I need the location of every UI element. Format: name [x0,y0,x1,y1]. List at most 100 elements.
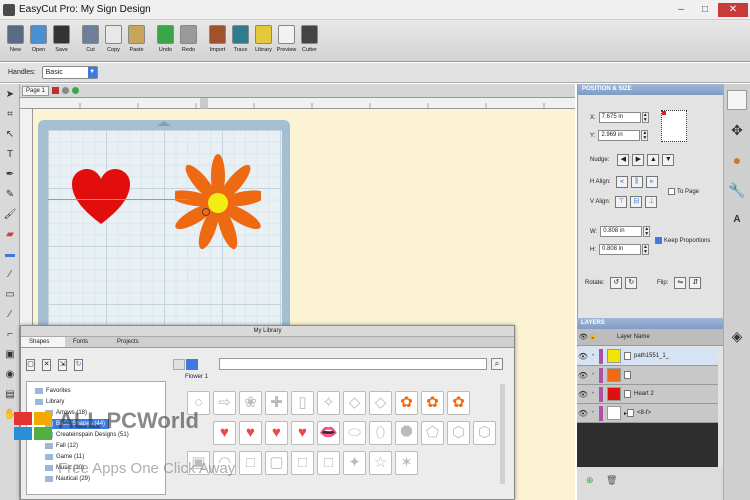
library-button[interactable]: Library [252,20,275,62]
star-6-shape-icon[interactable]: ✶ [395,451,418,475]
node-select-tool-icon[interactable]: ↖ [2,127,18,143]
tab-shapes[interactable]: Shapes [21,337,65,347]
brush-tool-icon[interactable]: 🖌 [2,207,18,223]
lock-icon[interactable]: • [589,372,597,378]
paste-button[interactable]: Paste [125,20,148,62]
redo-button[interactable]: Redo [177,20,200,62]
ruler-tool-icon[interactable]: ▤ [2,387,18,403]
tab-fonts[interactable]: Fonts [65,337,109,347]
cutter-button[interactable]: Cutter [298,20,321,62]
flip-horizontal-button[interactable]: ⇋ [674,277,687,289]
nudge-down-button[interactable]: ▼ [662,154,675,166]
undo-button[interactable]: Undo [154,20,177,62]
align-right-button[interactable]: ⫸ [645,176,658,188]
import-button[interactable]: Import [206,20,229,62]
tab-page-1[interactable]: Page 1 [22,85,50,96]
open-button[interactable]: Open [27,20,50,62]
heart-shape[interactable] [70,168,132,226]
align-left-button[interactable]: ⫷ [615,176,628,188]
nudge-right-button[interactable]: ▶ [632,154,645,166]
heart-shape-icon[interactable]: ♥ [265,421,288,445]
flower-orange-shape-icon[interactable]: ✿ [447,391,470,415]
rotate-ccw-button[interactable]: ↺ [610,277,623,289]
node-edit-tool-icon[interactable]: ⌗ [2,107,18,123]
nudge-up-button[interactable]: ▲ [647,154,660,166]
layer-row[interactable]: 👁 • [577,366,718,385]
layers-icon[interactable]: ◈ [727,326,747,346]
eye-icon[interactable]: 👁 [577,409,589,418]
eye-icon[interactable]: 👁 [577,371,589,380]
flower-orange-shape-icon[interactable]: ✿ [421,391,444,415]
flower-outline-shape-icon[interactable]: ❀ [239,391,262,415]
crop-tool-icon[interactable]: ⌐ [2,327,18,343]
list-view-icon[interactable] [173,359,185,370]
trash-icon[interactable]: 🗑 [606,475,617,486]
search-icon[interactable]: ⌕ [491,358,503,370]
hexagon-2-shape-icon[interactable]: ⬡ [473,421,496,445]
copy-button[interactable]: Copy [102,20,125,62]
square-2-shape-icon[interactable]: □ [291,451,314,475]
flip-vertical-button[interactable]: ⇵ [689,277,702,289]
cut-button[interactable]: Cut [79,20,102,62]
star-4-shape-icon[interactable]: ✦ [343,451,366,475]
diamond-shape-icon[interactable]: ◇ [343,391,366,415]
height-field[interactable]: 0.808 in [599,244,641,255]
width-field[interactable]: 0.808 in [600,226,643,237]
pentagon-shape-icon[interactable]: ⬠ [421,421,444,445]
heart-shape-icon[interactable]: ♥ [239,421,262,445]
refresh-icon[interactable]: ↻ [74,359,83,371]
close-page-icon[interactable] [62,87,70,94]
eraser-tool-icon[interactable]: ▰ [2,227,18,243]
eye-icon[interactable]: 👁 [577,390,589,399]
cross-outline-shape-icon[interactable]: ✚ [265,391,288,415]
preview-button[interactable]: Preview [275,20,298,62]
width-spinner[interactable]: ▲ ▼ [643,226,651,237]
flower-shape[interactable] [175,153,261,253]
move-icon[interactable]: ✥ [727,120,747,140]
wrench-icon[interactable]: 🔧 [727,180,747,200]
star-5-shape-icon[interactable]: ☆ [369,451,392,475]
square-shape-icon[interactable]: □ [239,451,262,475]
import-folder-icon[interactable]: ⇲ [58,359,67,371]
tab-projects[interactable]: Projects [109,337,153,347]
eye-icon[interactable]: 👁 [577,352,589,361]
to-page-checkbox[interactable] [668,188,675,195]
maximize-button[interactable]: □ [694,3,716,17]
library-search-input[interactable] [219,358,487,370]
octagon-shape-icon[interactable]: ⯃ [395,421,418,445]
weld-tool-icon[interactable]: ▣ [2,347,18,363]
tree-item[interactable]: Favorites [35,386,71,396]
y-spinner[interactable]: ▲ ▼ [641,130,649,141]
layer-row[interactable]: 👁 • Heart 2 [577,385,718,404]
heart-shape-icon[interactable]: ♥ [291,421,314,445]
select-tool-icon[interactable]: ➤ [2,87,18,103]
pen-tool-icon[interactable]: ✒ [2,167,18,183]
lock-icon[interactable]: • [589,391,597,397]
align-bottom-button[interactable]: ⊥ [645,196,658,208]
text-tool-icon[interactable]: T [2,147,18,163]
library-scrollbar[interactable] [500,384,505,484]
x-spinner[interactable]: ▲ ▼ [641,112,649,123]
oval-shape-icon[interactable]: ⬭ [343,421,366,445]
keep-proportions-checkbox[interactable] [655,237,662,244]
y-field[interactable]: 2.969 in [598,130,641,141]
lock-icon[interactable]: • [589,353,597,359]
new-folder-icon[interactable]: ▢ [26,359,35,371]
rounded-rect-shape-icon[interactable]: ▯ [291,391,314,415]
nudge-left-button[interactable]: ◀ [617,154,630,166]
layer-row[interactable]: 👁 • ▸ <8-f> [577,404,718,423]
delete-folder-icon[interactable]: ✕ [42,359,51,371]
tree-item[interactable]: Library [35,397,64,407]
add-layer-icon[interactable]: ⊕ [586,475,594,486]
square-3-shape-icon[interactable]: □ [317,451,340,475]
hexagon-shape-icon[interactable]: ⬡ [447,421,470,445]
flower-orange-shape-icon[interactable]: ✿ [395,391,418,415]
fill-tool-icon[interactable]: ▬ [2,247,18,263]
x-field[interactable]: 7.675 in [598,112,641,123]
pencil-tool-icon[interactable]: ✎ [2,187,18,203]
align-center-h-button[interactable]: ⫼ [630,176,643,188]
align-top-button[interactable]: ⊤ [615,196,628,208]
anchor-point-selector[interactable] [661,110,687,142]
document-icon[interactable] [727,90,747,110]
close-button[interactable]: ✕ [718,2,748,17]
